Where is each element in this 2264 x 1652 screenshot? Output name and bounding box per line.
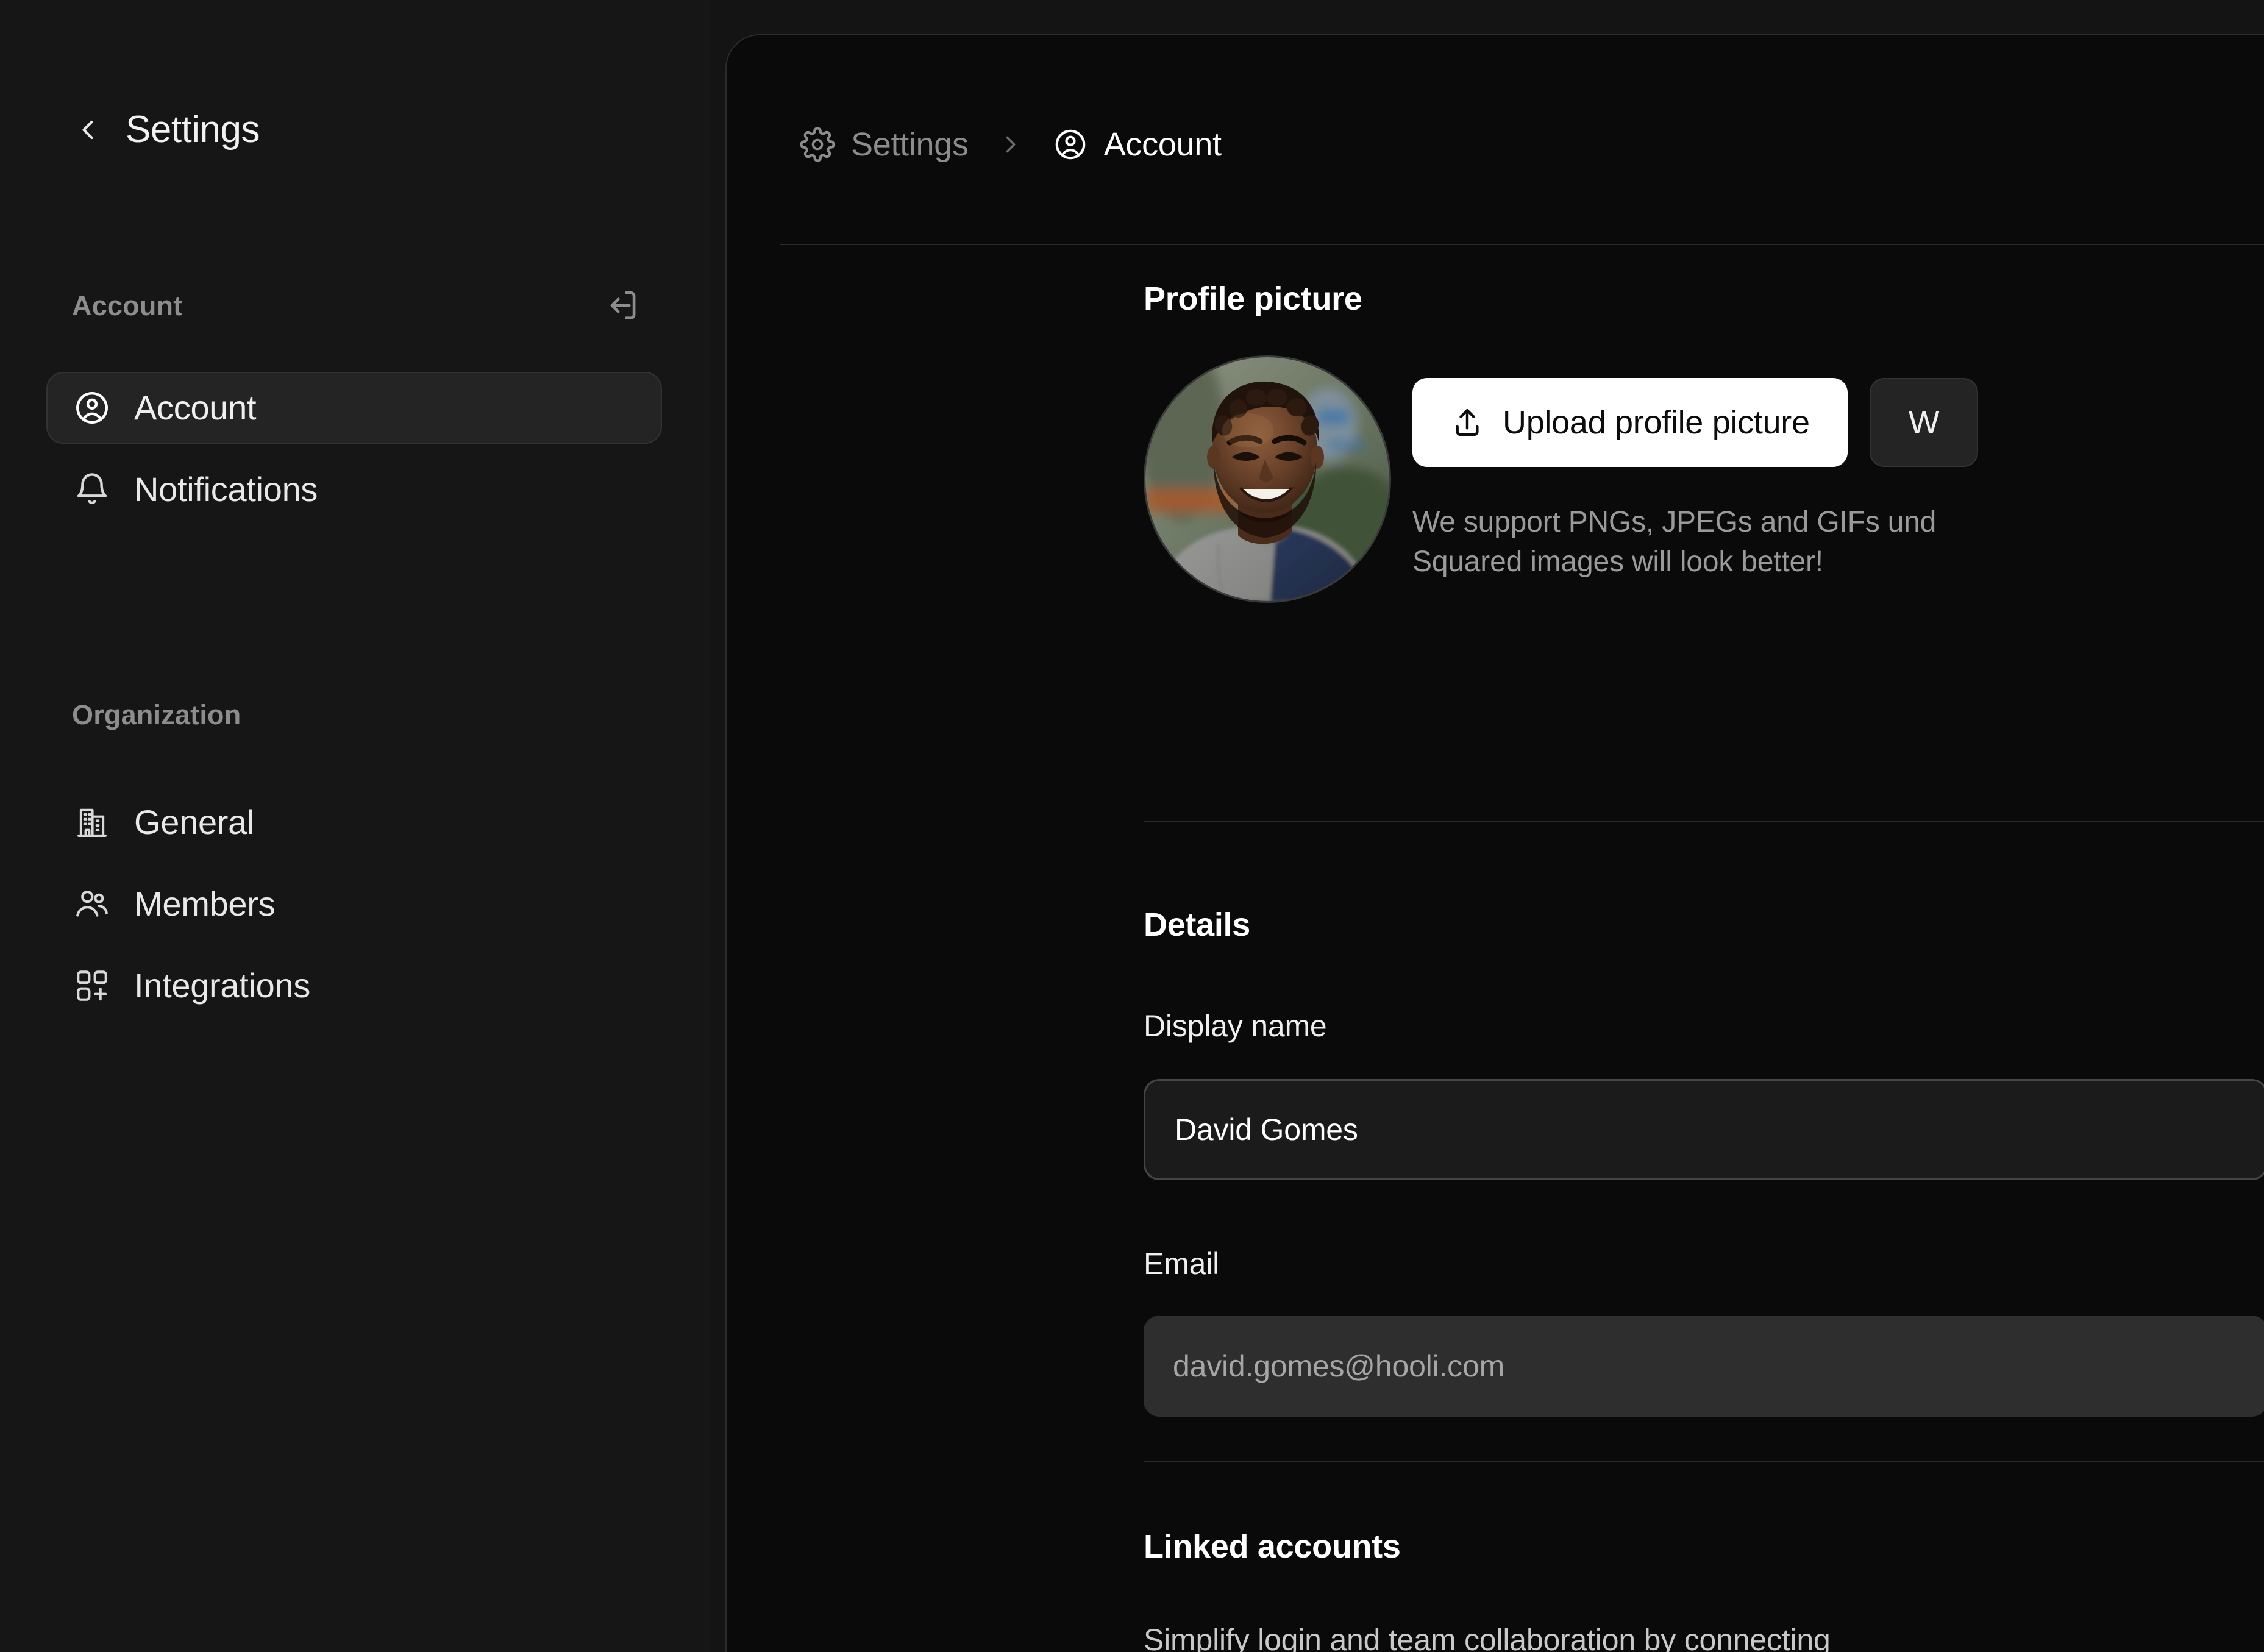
- sidebar-back-button[interactable]: Settings: [72, 111, 260, 149]
- section-divider-details-linked: [1144, 1461, 2264, 1462]
- sidebar-item-members[interactable]: Members: [46, 868, 662, 940]
- sidebar-item-account[interactable]: Account: [46, 372, 662, 444]
- linked-accounts-heading: Linked accounts: [1144, 1528, 1401, 1565]
- profile-picture-helper-text: We support PNGs, JPEGs and GIFs und Squa…: [1412, 502, 1936, 582]
- breadcrumb-item-settings[interactable]: Settings: [800, 127, 969, 162]
- sidebar-section-header-organization: Organization: [72, 701, 645, 728]
- email-label: Email: [1144, 1247, 1220, 1281]
- avatar: [1144, 355, 1391, 603]
- section-divider-profile-details: [1144, 821, 2264, 822]
- breadcrumb-label-settings: Settings: [851, 126, 969, 163]
- remove-profile-picture-button[interactable]: W: [1869, 378, 1979, 467]
- sidebar-item-notifications[interactable]: Notifications: [46, 454, 662, 525]
- sidebar-item-integrations[interactable]: Integrations: [46, 950, 662, 1022]
- gear-icon: [800, 127, 835, 162]
- chevron-right-icon: [997, 130, 1025, 158]
- display-name-input[interactable]: David Gomes: [1144, 1079, 2264, 1180]
- profile-picture-actions: Upload profile picture W: [1412, 378, 1979, 467]
- bell-icon: [73, 471, 111, 508]
- settings-sidebar: Settings Account Account Notifications O…: [0, 0, 711, 1652]
- breadcrumb-item-account[interactable]: Account: [1053, 127, 1222, 162]
- sidebar-item-label-members: Members: [134, 885, 276, 923]
- sidebar-section-label-organization: Organization: [72, 699, 241, 730]
- main-content-panel: Settings Account Profile picture Upload …: [725, 34, 2264, 1652]
- sidebar-nav-account: Account Notifications: [46, 372, 662, 535]
- sign-out-icon[interactable]: [601, 283, 645, 327]
- chevron-left-icon: [72, 114, 104, 146]
- settings-account-page: Settings Account Account Notifications O…: [0, 0, 2264, 1652]
- sidebar-item-label-notifications: Notifications: [134, 470, 318, 508]
- breadcrumb-label-account: Account: [1103, 126, 1222, 163]
- sidebar-nav-organization: General Members Integrations: [46, 786, 662, 1031]
- upload-profile-picture-label: Upload profile picture: [1503, 404, 1810, 441]
- sidebar-section-header-account: Account: [72, 283, 645, 327]
- sidebar-item-label-integrations: Integrations: [134, 966, 311, 1005]
- sidebar-title: Settings: [126, 109, 260, 151]
- remove-profile-picture-label: W: [1908, 404, 1940, 441]
- avatar-photo: [1145, 357, 1389, 601]
- helper-text-line-1: We support PNGs, JPEGs and GIFs und: [1412, 506, 1937, 538]
- linked-accounts-description: Simplify login and team collaboration by…: [1144, 1623, 1831, 1652]
- helper-text-line-2: Squared images will look better!: [1412, 546, 1823, 579]
- display-name-label: Display name: [1144, 1009, 1327, 1043]
- details-heading: Details: [1144, 906, 1250, 943]
- users-icon: [73, 885, 111, 923]
- upload-icon: [1450, 405, 1484, 440]
- profile-picture-heading: Profile picture: [1144, 280, 1362, 317]
- user-circle-icon: [73, 389, 111, 427]
- sidebar-item-label-general: General: [134, 803, 255, 841]
- sidebar-item-label-account: Account: [134, 388, 257, 427]
- breadcrumb: Settings Account: [800, 127, 1222, 162]
- email-input[interactable]: david.gomes@hooli.com: [1144, 1316, 2264, 1417]
- user-circle-icon: [1053, 127, 1088, 162]
- sidebar-section-label-account: Account: [72, 290, 183, 321]
- header-divider: [780, 244, 2264, 245]
- grid-plus-icon: [73, 967, 111, 1005]
- building-icon: [73, 803, 111, 841]
- upload-profile-picture-button[interactable]: Upload profile picture: [1412, 378, 1848, 467]
- sidebar-item-general[interactable]: General: [46, 786, 662, 858]
